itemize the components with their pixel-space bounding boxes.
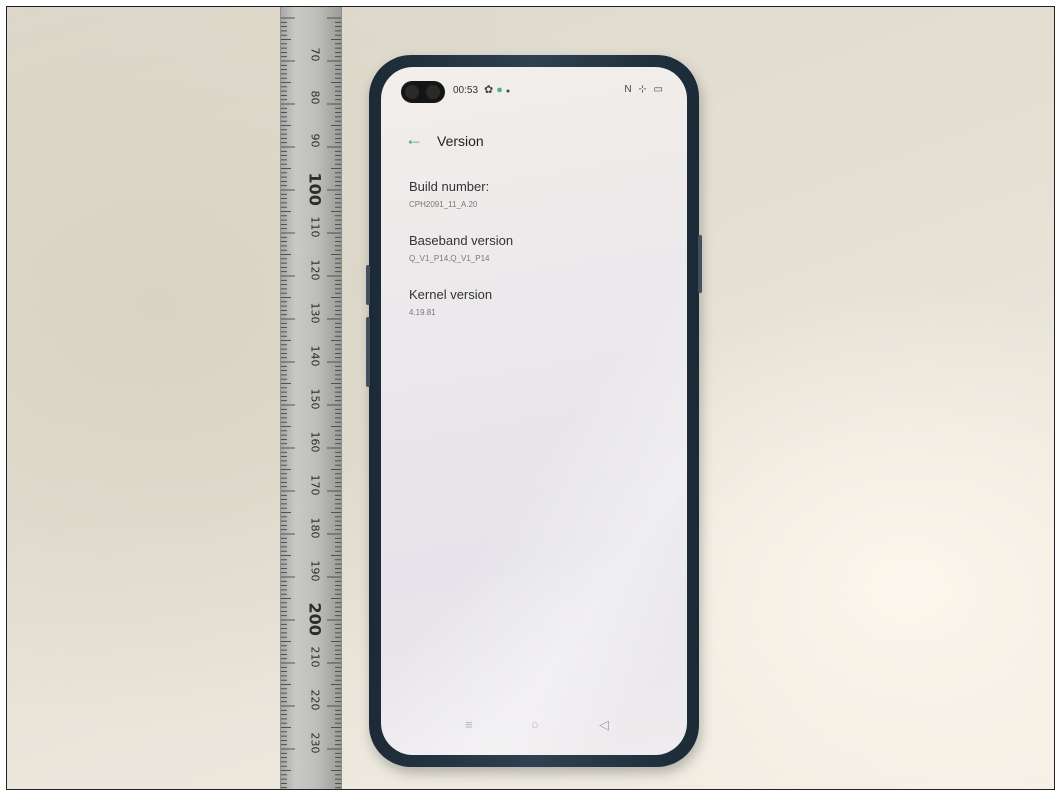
back-icon[interactable]: ◁ — [599, 717, 609, 733]
volume-button — [366, 265, 370, 305]
home-icon[interactable]: ○ — [531, 717, 539, 732]
battery-icon: ▭ — [653, 84, 665, 95]
dot-icon: ● — [505, 88, 514, 95]
gear-icon: ✿ — [484, 84, 497, 96]
baseband-version-value: Q_V1_P14,Q_V1_P14 — [409, 254, 490, 263]
menu-icon[interactable]: ≡ — [465, 717, 473, 732]
ruler-number: 150 — [308, 388, 322, 410]
screen-glare — [381, 67, 687, 755]
kernel-version-value: 4.19.81 — [409, 308, 436, 317]
ruler-number: 120 — [308, 259, 322, 281]
app-icon: ● — [496, 84, 506, 96]
status-left-icons: ✿●● — [484, 83, 513, 96]
ruler-number: 190 — [308, 560, 322, 582]
side-button — [366, 317, 370, 387]
back-arrow-icon[interactable]: ← — [405, 129, 423, 150]
ruler-number: 140 — [308, 345, 322, 367]
page-title: Version — [437, 133, 484, 149]
front-camera-lens — [426, 85, 440, 99]
ruler-number: 230 — [308, 732, 322, 754]
kernel-version-label: Kernel version — [409, 287, 493, 302]
ruler-number: 70 — [308, 47, 322, 62]
build-number-label: Build number: — [409, 179, 490, 194]
nfc-icon: N — [624, 84, 634, 95]
ruler-number: 160 — [308, 431, 322, 453]
ruler-number: 180 — [308, 517, 322, 539]
power-button — [698, 235, 702, 293]
status-time: 00:53 — [453, 85, 479, 96]
ruler-number: 110 — [308, 216, 322, 238]
ruler-number: 170 — [308, 474, 322, 496]
front-camera-lens — [405, 85, 419, 99]
navigation-bar: ≡ ○ ◁ — [381, 717, 687, 741]
build-number-value: CPH2091_11_A.20 — [409, 200, 478, 209]
camera-cutout — [401, 81, 445, 103]
metal-ruler: 70 80 90 100 110 120 130 140 150 160 170 180 190 200 2… — [280, 7, 342, 789]
ruler-number: 130 — [308, 302, 322, 324]
status-right-icons: N ⊹ ▭ — [624, 84, 665, 95]
ruler-number: 80 — [308, 90, 322, 105]
ruler-number: 210 — [308, 646, 322, 668]
baseband-version-label: Baseband version — [409, 233, 514, 248]
ruler-number: 100 — [305, 172, 325, 206]
signal-icon: ⊹ — [638, 84, 649, 95]
photo: 70 80 90 100 110 120 130 140 150 160 170 180 190 200 2… — [6, 6, 1055, 790]
phone-screen: 00:53 ✿●● N ⊹ ▭ ← Version Build number: … — [381, 67, 687, 755]
ruler-number: 90 — [308, 133, 322, 148]
ruler-number: 220 — [308, 689, 322, 711]
smartphone: 00:53 ✿●● N ⊹ ▭ ← Version Build number: … — [366, 55, 702, 767]
ruler-number: 200 — [305, 602, 325, 636]
